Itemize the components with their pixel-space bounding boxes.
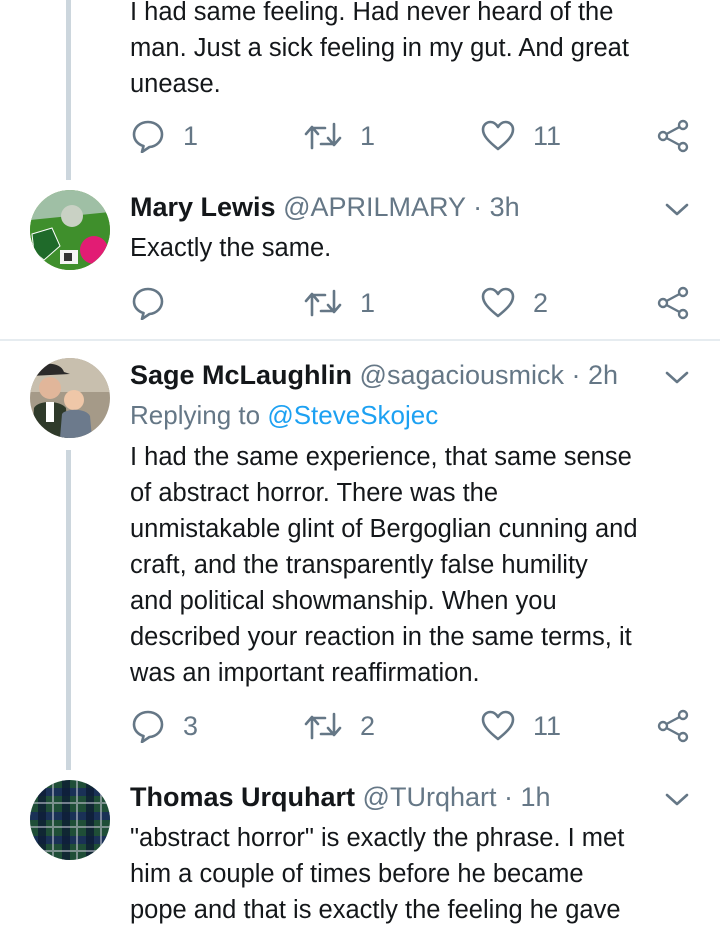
tweet-4[interactable]: Thomas Urquhart @TUrqhart · 1h "abstract…: [0, 780, 720, 925]
text-line: man. Just a sick feeling in my gut. And …: [130, 34, 629, 62]
tweet-3[interactable]: Sage McLaughlin @sagaciousmick · 2h Repl…: [0, 358, 720, 770]
like-count: 2: [533, 287, 549, 318]
text-line: him a couple of times before he became: [130, 860, 584, 888]
replying-to-handle[interactable]: @SteveSkojec: [267, 400, 438, 430]
like-button[interactable]: 11: [481, 116, 561, 156]
replying-to-label: Replying to: [130, 400, 261, 430]
retweet-button[interactable]: 1: [304, 116, 375, 156]
reply-icon: [132, 287, 164, 320]
tweet-text: "abstract horror" is exactly the phrase.…: [130, 820, 700, 928]
display-name[interactable]: Sage McLaughlin: [130, 360, 352, 390]
tweet-text: I had the same experience, that same sen…: [130, 439, 700, 691]
like-button[interactable]: 11: [481, 706, 561, 746]
tweet-actions: 1 1 11: [0, 116, 720, 156]
reply-icon: [132, 710, 164, 743]
retweet-count: 1: [360, 287, 376, 318]
text-line: unmistakable glint of Bergoglian cunning…: [130, 515, 638, 543]
display-name[interactable]: Thomas Urquhart: [130, 782, 355, 812]
user-handle[interactable]: @sagaciousmick: [360, 360, 564, 390]
tweet-2[interactable]: Mary Lewis @APRILMARY · 3h Exactly the s…: [0, 190, 720, 340]
tweet-text: I had same feeling. Had never heard of t…: [130, 0, 700, 102]
tweet-header: Mary Lewis @APRILMARY · 3h: [130, 192, 720, 232]
display-name[interactable]: Mary Lewis: [130, 192, 276, 222]
reply-icon: [132, 120, 164, 153]
like-button[interactable]: 2: [481, 283, 548, 323]
retweet-icon: [304, 289, 342, 317]
text-line: of abstract horror. There was the: [130, 479, 499, 507]
chevron-down-icon[interactable]: [664, 370, 690, 386]
retweet-icon: [304, 712, 342, 740]
like-icon: [481, 287, 515, 318]
tweet-header: Thomas Urquhart @TUrqhart · 1h: [130, 782, 720, 822]
text-line: pope and that is exactly the feeling he …: [130, 896, 621, 924]
share-button[interactable]: [656, 283, 690, 323]
like-count: 11: [533, 710, 562, 741]
text-line: I had the same experience, that same sen…: [130, 443, 632, 471]
avatar[interactable]: [30, 358, 110, 438]
reply-count: 3: [183, 710, 199, 741]
retweet-button[interactable]: 1: [304, 283, 375, 323]
text-line: "abstract horror" is exactly the phrase.…: [130, 824, 625, 852]
text-line: and political showmanship. When you: [130, 587, 557, 615]
retweet-count: 2: [360, 710, 376, 741]
tweet-actions: 1 2: [0, 283, 720, 323]
timestamp[interactable]: · 2h: [572, 360, 619, 390]
share-button[interactable]: [656, 116, 690, 156]
share-button[interactable]: [656, 706, 690, 746]
like-count: 11: [533, 120, 562, 151]
text-line: unease.: [130, 70, 221, 98]
retweet-button[interactable]: 2: [304, 706, 375, 746]
avatar[interactable]: [30, 780, 110, 860]
avatar-image: [30, 190, 110, 270]
reply-button[interactable]: 3: [131, 706, 198, 746]
timestamp[interactable]: · 3h: [473, 192, 520, 222]
timestamp[interactable]: · 1h: [504, 782, 551, 812]
tweet-1[interactable]: I had same feeling. Had never heard of t…: [0, 0, 720, 190]
chevron-down-icon[interactable]: [664, 792, 690, 808]
avatar-image: [30, 780, 110, 860]
share-icon: [657, 286, 689, 320]
like-icon: [481, 710, 515, 741]
text-line: I had same feeling. Had never heard of t…: [130, 0, 614, 26]
divider: [0, 339, 720, 341]
reply-button[interactable]: [131, 283, 165, 323]
tweet-actions: 3 2 11: [0, 706, 720, 746]
reply-count: 1: [183, 120, 199, 151]
retweet-icon: [304, 122, 342, 150]
share-icon: [657, 709, 689, 743]
retweet-count: 1: [360, 120, 376, 151]
share-icon: [657, 119, 689, 153]
avatar-image: [30, 358, 110, 438]
user-handle[interactable]: @APRILMARY: [283, 192, 465, 222]
chevron-down-icon[interactable]: [664, 202, 690, 218]
text-line: described your reaction in the same term…: [130, 623, 632, 651]
replying-to: Replying to @SteveSkojec: [130, 400, 438, 431]
like-icon: [481, 120, 515, 151]
reply-button[interactable]: 1: [131, 116, 198, 156]
tweet-text: Exactly the same.: [130, 234, 332, 262]
avatar[interactable]: [30, 190, 110, 270]
text-line: was an important reaffirmation.: [130, 659, 480, 687]
tweet-header: Sage McLaughlin @sagaciousmick · 2h: [130, 360, 720, 400]
text-line: craft, and the transparently false humil…: [130, 551, 588, 579]
user-handle[interactable]: @TUrqhart: [363, 782, 497, 812]
